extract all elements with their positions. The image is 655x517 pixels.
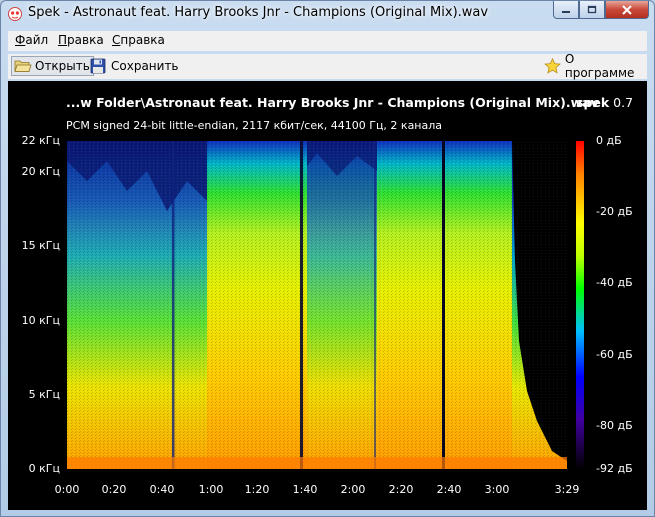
close-button[interactable] xyxy=(605,1,649,19)
db-tick: -60 дБ xyxy=(596,348,633,361)
close-icon xyxy=(622,4,632,15)
minimize-icon xyxy=(562,10,570,13)
spek-icon xyxy=(8,7,22,21)
spectrogram-viewer[interactable]: ...w Folder\Astronaut feat. Harry Brooks… xyxy=(8,81,647,510)
y-tick: 15 кГц xyxy=(21,239,60,252)
floppy-disk-icon xyxy=(90,58,106,74)
y-tick: 0 кГц xyxy=(28,462,60,475)
title-bar[interactable]: Spek - Astronaut feat. Harry Brooks Jnr … xyxy=(1,1,654,27)
db-tick: -40 дБ xyxy=(596,276,633,289)
y-tick: 20 кГц xyxy=(21,165,60,178)
y-tick: 10 кГц xyxy=(21,314,60,327)
db-tick: -92 дБ xyxy=(596,462,633,475)
file-title: ...w Folder\Astronaut feat. Harry Brooks… xyxy=(66,95,599,110)
app-window: Spek - Astronaut feat. Harry Brooks Jnr … xyxy=(0,0,655,517)
x-tick: 0:00 xyxy=(54,483,80,496)
x-tick: 1:00 xyxy=(198,483,224,496)
x-tick: 2:00 xyxy=(340,483,366,496)
maximize-button[interactable] xyxy=(579,1,605,19)
menu-file[interactable]: Файл xyxy=(15,33,48,47)
menu-help[interactable]: Справка xyxy=(112,33,165,47)
save-button[interactable]: Сохранить xyxy=(90,56,179,76)
x-tick: 3:00 xyxy=(484,483,510,496)
x-tick: 2:20 xyxy=(388,483,414,496)
db-tick: -80 дБ xyxy=(596,419,633,432)
open-button[interactable]: Открыть xyxy=(11,56,94,76)
x-tick: 1:20 xyxy=(244,483,270,496)
db-tick: 0 дБ xyxy=(596,134,622,147)
x-tick: 2:40 xyxy=(436,483,462,496)
color-scale-bar xyxy=(576,141,584,469)
minimize-button[interactable] xyxy=(553,1,579,19)
toolbar: Открыть Сохранить О программе xyxy=(8,52,647,80)
about-button[interactable]: О программе xyxy=(544,52,647,80)
window-title: Spek - Astronaut feat. Harry Brooks Jnr … xyxy=(28,5,489,20)
folder-open-icon xyxy=(14,60,32,72)
app-name: spek 0.7 xyxy=(576,95,634,110)
x-tick: 1:40 xyxy=(292,483,318,496)
x-tick: 0:40 xyxy=(149,483,175,496)
db-tick: -20 дБ xyxy=(596,205,633,218)
maximize-icon xyxy=(587,5,597,13)
star-icon xyxy=(544,58,561,74)
x-tick: 0:20 xyxy=(101,483,127,496)
menu-bar: Файл Правка Справка xyxy=(8,31,647,51)
x-tick: 3:29 xyxy=(554,483,580,496)
y-tick: 22 кГц xyxy=(21,134,60,147)
menu-edit[interactable]: Правка xyxy=(58,33,104,47)
y-tick: 5 кГц xyxy=(28,388,60,401)
file-info: PCM signed 24-bit little-endian, 2117 кб… xyxy=(66,119,443,132)
spectrogram-plot xyxy=(67,141,567,469)
